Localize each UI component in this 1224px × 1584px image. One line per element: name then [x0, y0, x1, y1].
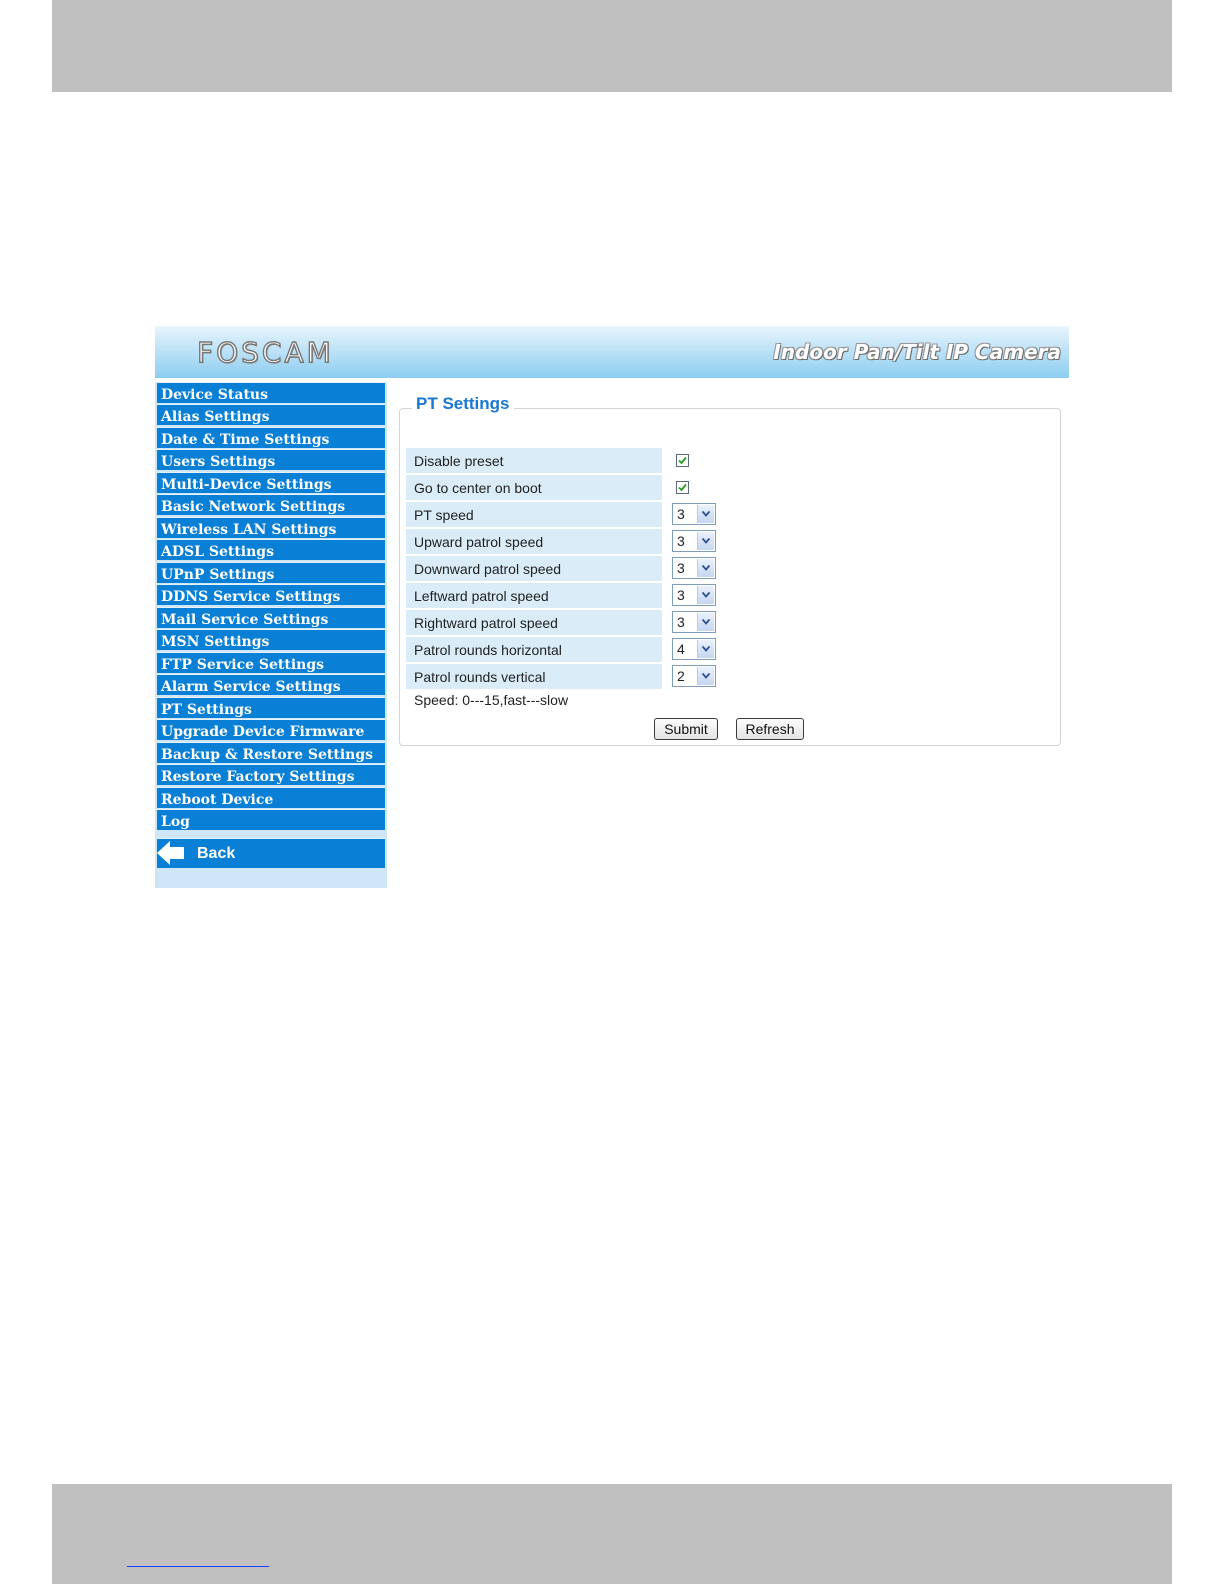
sidebar-item-wireless-lan-settings[interactable]: Wireless LAN Settings [157, 517, 385, 538]
downward-patrol-speed-value: 3 [677, 560, 685, 576]
sidebar-item-ftp-service-settings[interactable]: FTP Service Settings [157, 652, 385, 673]
submit-button[interactable]: Submit [654, 718, 718, 740]
sidebar-item-adsl-settings[interactable]: ADSL Settings [157, 539, 385, 560]
pt-settings-panel: PT Settings Disable preset Go to center … [399, 394, 1061, 746]
sidebar-item-pt-settings[interactable]: PT Settings [157, 697, 385, 718]
foscam-logo: FOSCAM [196, 335, 334, 369]
sidebar-menu: Device Status Alias Settings Date & Time… [155, 382, 387, 888]
sidebar-item-upnp-settings[interactable]: UPnP Settings [157, 562, 385, 583]
checkmark-icon [678, 483, 687, 492]
leftward-patrol-speed-label: Leftward patrol speed [406, 583, 662, 608]
sidebar-item-basic-network-settings[interactable]: Basic Network Settings [157, 494, 385, 515]
back-arrow-icon [157, 841, 184, 865]
downward-patrol-speed-select[interactable]: 3 [672, 557, 716, 579]
sidebar-item-log[interactable]: Log [157, 809, 385, 830]
chevron-down-icon [697, 667, 714, 685]
chevron-down-icon [697, 613, 714, 631]
back-label: Back [197, 845, 236, 862]
disable-preset-checkbox[interactable] [676, 454, 689, 467]
downward-patrol-speed-label: Downward patrol speed [406, 556, 662, 581]
patrol-rounds-vertical-value: 2 [677, 668, 685, 684]
leftward-patrol-speed-select[interactable]: 3 [672, 584, 716, 606]
upward-patrol-speed-value: 3 [677, 533, 685, 549]
patrol-rounds-horizontal-select[interactable]: 4 [672, 638, 716, 660]
sidebar-item-msn-settings[interactable]: MSN Settings [157, 629, 385, 650]
rightward-patrol-speed-value: 3 [677, 614, 685, 630]
chevron-down-icon [697, 559, 714, 577]
pt-speed-value: 3 [677, 506, 685, 522]
product-title: Indoor Pan/Tilt IP Camera [773, 340, 1061, 364]
sidebar-item-restore-factory-settings[interactable]: Restore Factory Settings [157, 764, 385, 785]
back-button[interactable]: Back [157, 838, 385, 868]
sidebar-item-ddns-service-settings[interactable]: DDNS Service Settings [157, 584, 385, 605]
sidebar-item-users-settings[interactable]: Users Settings [157, 449, 385, 470]
chevron-down-icon [697, 586, 714, 604]
sidebar-item-upgrade-device-firmware[interactable]: Upgrade Device Firmware [157, 719, 385, 740]
sidebar-item-mail-service-settings[interactable]: Mail Service Settings [157, 607, 385, 628]
sidebar-item-alias-settings[interactable]: Alias Settings [157, 404, 385, 425]
speed-hint: Speed: 0---15,fast---slow [414, 692, 569, 708]
upward-patrol-speed-label: Upward patrol speed [406, 529, 662, 554]
patrol-rounds-vertical-label: Patrol rounds vertical [406, 664, 662, 689]
center-on-boot-checkbox[interactable] [676, 481, 689, 494]
panel-title: PT Settings [412, 394, 514, 414]
sidebar-item-backup-restore-settings[interactable]: Backup & Restore Settings [157, 742, 385, 763]
chevron-down-icon [697, 532, 714, 550]
disable-preset-label: Disable preset [406, 448, 662, 473]
chevron-down-icon [697, 505, 714, 523]
sidebar-item-multi-device-settings[interactable]: Multi-Device Settings [157, 472, 385, 493]
sidebar-item-reboot-device[interactable]: Reboot Device [157, 787, 385, 808]
sidebar-item-alarm-service-settings[interactable]: Alarm Service Settings [157, 674, 385, 695]
checkmark-icon [678, 456, 687, 465]
rightward-patrol-speed-label: Rightward patrol speed [406, 610, 662, 635]
chevron-down-icon [697, 640, 714, 658]
leftward-patrol-speed-value: 3 [677, 587, 685, 603]
footer-link[interactable] [127, 1566, 269, 1567]
app-header: FOSCAM Indoor Pan/Tilt IP Camera [155, 326, 1069, 378]
camera-web-ui: FOSCAM Indoor Pan/Tilt IP Camera Device … [155, 326, 1069, 888]
center-on-boot-label: Go to center on boot [406, 475, 662, 500]
sidebar-item-date-time-settings[interactable]: Date & Time Settings [157, 427, 385, 448]
patrol-rounds-horizontal-label: Patrol rounds horizontal [406, 637, 662, 662]
page-header-band [52, 0, 1172, 92]
pt-speed-label: PT speed [406, 502, 662, 527]
pt-speed-select[interactable]: 3 [672, 503, 716, 525]
refresh-button[interactable]: Refresh [736, 718, 804, 740]
upward-patrol-speed-select[interactable]: 3 [672, 530, 716, 552]
rightward-patrol-speed-select[interactable]: 3 [672, 611, 716, 633]
page-footer-band [52, 1484, 1172, 1584]
patrol-rounds-vertical-select[interactable]: 2 [672, 665, 716, 687]
sidebar-item-device-status[interactable]: Device Status [157, 382, 385, 403]
patrol-rounds-horizontal-value: 4 [677, 641, 685, 657]
